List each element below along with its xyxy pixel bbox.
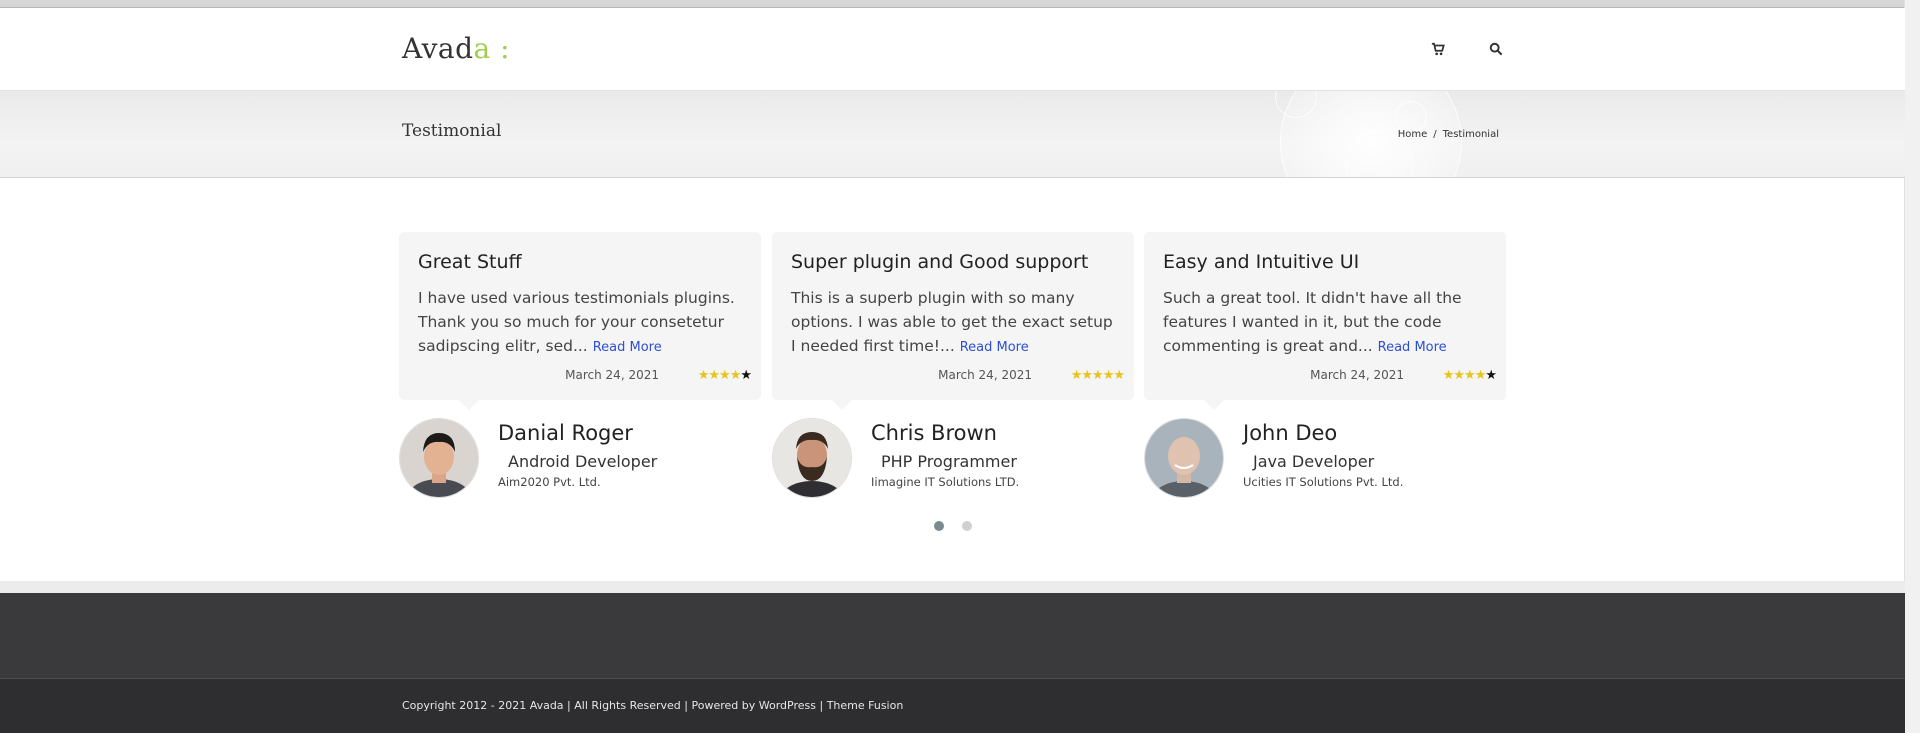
author-company: Aim2020 Pvt. Ltd. bbox=[498, 475, 601, 489]
page-title: Testimonial bbox=[402, 121, 502, 141]
testimonial-title: Super plugin and Good support bbox=[791, 251, 1089, 273]
testimonial-card: Super plugin and Good support This is a … bbox=[772, 232, 1134, 410]
testimonial-text: Such a great tool. It didn't have all th… bbox=[1163, 286, 1493, 360]
breadcrumb-home-link[interactable]: Home bbox=[1398, 129, 1428, 140]
testimonial-body: This is a superb plugin with so many opt… bbox=[791, 289, 1113, 355]
site-header: Avada : bbox=[0, 8, 1905, 91]
testimonial-body: I have used various testimonials plugins… bbox=[418, 289, 735, 355]
avatar bbox=[1144, 418, 1224, 498]
author-role: PHP Programmer bbox=[881, 452, 1017, 471]
breadcrumb-current: Testimonial bbox=[1442, 129, 1499, 140]
browser-top-strip bbox=[0, 0, 1905, 8]
footer-separator-pipe: | bbox=[819, 699, 824, 712]
star-icon: ★ bbox=[740, 368, 752, 383]
author-name: John Deo bbox=[1243, 421, 1338, 445]
star-icon: ★ bbox=[729, 368, 742, 383]
star-icon: ★ bbox=[1474, 368, 1487, 383]
star-icon: ★ bbox=[1113, 368, 1125, 383]
star-icon: ★ bbox=[697, 368, 710, 383]
avatar bbox=[772, 418, 852, 498]
star-rating: ★★★★★ bbox=[697, 368, 752, 383]
page-scrollbar[interactable] bbox=[1904, 0, 1920, 733]
author-name: Danial Roger bbox=[498, 421, 633, 445]
site-logo[interactable]: Avada : bbox=[402, 32, 510, 65]
read-more-link[interactable]: Read More bbox=[960, 340, 1029, 355]
author-role: Android Developer bbox=[508, 452, 658, 471]
testimonial-date: March 24, 2021 bbox=[1310, 368, 1404, 382]
author-company: Ucities IT Solutions Pvt. Ltd. bbox=[1243, 475, 1404, 489]
star-icon: ★ bbox=[1464, 368, 1476, 383]
star-icon: ★ bbox=[1070, 368, 1083, 383]
copyright-notice: Copyright 2012 - 2021 Avada | All Rights… bbox=[402, 699, 756, 712]
star-icon: ★ bbox=[1102, 368, 1115, 383]
star-rating: ★★★★★ bbox=[1442, 368, 1497, 383]
author-role: Java Developer bbox=[1253, 452, 1375, 471]
star-rating: ★★★★★ bbox=[1070, 368, 1125, 383]
star-icon: ★ bbox=[1442, 368, 1455, 383]
read-more-link[interactable]: Read More bbox=[593, 340, 662, 355]
logo-accent: a : bbox=[473, 32, 511, 65]
testimonial-title: Easy and Intuitive UI bbox=[1163, 251, 1360, 273]
carousel-dot-2[interactable] bbox=[962, 521, 972, 531]
star-icon: ★ bbox=[719, 368, 731, 383]
breadcrumb: Home / Testimonial bbox=[1395, 129, 1502, 140]
author-company: Iimagine IT Solutions LTD. bbox=[871, 475, 1020, 489]
star-icon: ★ bbox=[1453, 368, 1465, 383]
page-title-bar: Testimonial Home / Testimonial bbox=[0, 91, 1905, 178]
cart-icon[interactable] bbox=[1431, 42, 1445, 60]
testimonial-text: This is a superb plugin with so many opt… bbox=[791, 286, 1121, 360]
logo-text: Avad bbox=[402, 32, 474, 65]
footer-widgets-area bbox=[0, 593, 1905, 679]
read-more-link[interactable]: Read More bbox=[1378, 340, 1447, 355]
carousel-dot-1[interactable] bbox=[934, 521, 944, 531]
testimonial-date: March 24, 2021 bbox=[938, 368, 1032, 382]
copyright-bar: Copyright 2012 - 2021 Avada | All Rights… bbox=[0, 679, 1905, 733]
star-icon: ★ bbox=[1081, 368, 1093, 383]
star-icon: ★ bbox=[1485, 368, 1497, 383]
footer-separator bbox=[0, 581, 1905, 593]
theme-fusion-link[interactable]: Theme Fusion bbox=[827, 699, 904, 712]
author-name: Chris Brown bbox=[871, 421, 997, 445]
wordpress-link[interactable]: WordPress bbox=[759, 699, 816, 712]
breadcrumb-separator: / bbox=[1433, 129, 1437, 140]
testimonial-text: I have used various testimonials plugins… bbox=[418, 286, 748, 360]
testimonial-date: March 24, 2021 bbox=[565, 368, 659, 382]
search-icon[interactable] bbox=[1489, 42, 1503, 60]
avatar bbox=[399, 418, 479, 498]
star-icon: ★ bbox=[1092, 368, 1104, 383]
testimonial-card: Easy and Intuitive UI Such a great tool.… bbox=[1144, 232, 1506, 410]
testimonial-card: Great Stuff I have used various testimon… bbox=[399, 232, 761, 410]
star-icon: ★ bbox=[708, 368, 720, 383]
copyright-text: Copyright 2012 - 2021 Avada | All Rights… bbox=[402, 699, 903, 712]
testimonial-title: Great Stuff bbox=[418, 251, 522, 273]
